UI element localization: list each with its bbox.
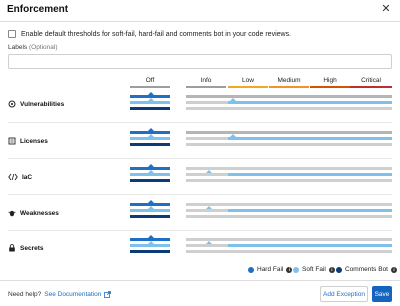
severity-comments-bot-lane[interactable]: [186, 250, 392, 253]
slider-handle[interactable]: [148, 98, 154, 101]
slider-handle[interactable]: [206, 206, 212, 209]
info-icon[interactable]: i: [391, 266, 397, 273]
severity-hard-fail-lane[interactable]: [186, 131, 392, 134]
slider-handle[interactable]: [148, 206, 154, 209]
legend-comments-bot: Comments Bot i: [336, 266, 397, 273]
severity-hard-fail-lane[interactable]: [186, 238, 392, 241]
slider-handle[interactable]: [148, 170, 154, 173]
slider-handle[interactable]: [206, 170, 212, 173]
comments-bot-dot: [336, 266, 342, 273]
save-button[interactable]: Save: [372, 286, 392, 302]
severity-soft-fail-info-lane[interactable]: [186, 244, 228, 247]
severity-comments-bot-lane[interactable]: [186, 143, 392, 146]
slider-handle[interactable]: [148, 235, 154, 238]
slider-handle[interactable]: [206, 241, 212, 244]
severity-soft-fail-lane[interactable]: [228, 101, 392, 104]
default-thresholds-row[interactable]: Enable default thresholds for soft-fail,…: [8, 28, 291, 40]
default-thresholds-label: Enable default thresholds for soft-fail,…: [21, 30, 292, 38]
slider-handle[interactable]: [148, 200, 154, 203]
lock-icon: [9, 244, 15, 252]
column-off: Off: [145, 77, 155, 84]
severity-soft-fail-lane[interactable]: [228, 137, 392, 140]
severity-comments-bot-lane[interactable]: [186, 107, 392, 110]
column-off-bar: [130, 86, 170, 88]
slider-handle[interactable]: [230, 134, 236, 137]
severity-comments-bot-lane[interactable]: [186, 215, 392, 218]
column-info-bar: [186, 86, 226, 88]
severity-hard-fail-lane[interactable]: [186, 95, 392, 98]
slider-handle[interactable]: [148, 241, 154, 244]
slider-handle[interactable]: [148, 128, 154, 131]
document-icon: [8, 137, 16, 145]
row-divider: [8, 122, 392, 123]
off-comments-bot-lane[interactable]: [130, 250, 170, 253]
column-medium: Medium: [277, 77, 301, 84]
legend-soft-fail: Soft Fail i: [293, 266, 335, 273]
severity-soft-fail-lane[interactable]: [228, 209, 392, 212]
severity-soft-fail-info-lane[interactable]: [186, 209, 228, 212]
soft-fail-dot: [293, 266, 299, 273]
row-divider: [8, 158, 392, 159]
severity-soft-fail-info-lane[interactable]: [186, 137, 228, 140]
default-thresholds-checkbox[interactable]: [8, 30, 16, 38]
info-icon[interactable]: i: [328, 266, 335, 273]
row-vulnerabilities: Vulnerabilities: [8, 100, 64, 108]
legend-hard-fail: Hard Fail i: [248, 266, 293, 273]
column-high: High: [323, 77, 337, 84]
row-secrets: Secrets: [8, 244, 44, 252]
code-icon: [8, 173, 18, 181]
off-comments-bot-lane[interactable]: [130, 143, 170, 146]
modal-title: Enforcement: [7, 4, 69, 15]
off-soft-fail-lane[interactable]: [130, 137, 170, 140]
off-comments-bot-lane[interactable]: [130, 179, 170, 182]
off-comments-bot-lane[interactable]: [130, 107, 170, 110]
row-weaknesses: Weaknesses: [8, 209, 59, 217]
gear-icon: [8, 100, 16, 108]
column-info: Info: [200, 77, 212, 84]
column-critical: Critical: [361, 77, 381, 84]
severity-soft-fail-lane[interactable]: [228, 244, 392, 247]
column-low: Low: [242, 77, 254, 84]
severity-hard-fail-lane[interactable]: [186, 203, 392, 206]
slider-handle[interactable]: [230, 98, 236, 101]
slider-handle[interactable]: [148, 134, 154, 137]
severity-soft-fail-info-lane[interactable]: [186, 101, 228, 104]
row-divider: [8, 230, 392, 231]
row-divider: [8, 194, 392, 195]
hard-fail-dot: [248, 266, 254, 273]
off-soft-fail-lane[interactable]: [130, 244, 170, 247]
off-soft-fail-lane[interactable]: [130, 101, 170, 104]
documentation-link[interactable]: See Documentation: [44, 291, 101, 298]
column-medium-bar: [269, 86, 309, 88]
severity-soft-fail-lane[interactable]: [228, 173, 392, 176]
external-link-icon[interactable]: [104, 291, 112, 298]
row-iac: IaC: [8, 173, 32, 181]
severity-hard-fail-lane[interactable]: [186, 167, 392, 170]
info-icon[interactable]: i: [286, 266, 293, 273]
off-soft-fail-lane[interactable]: [130, 209, 170, 212]
slider-handle[interactable]: [148, 164, 154, 167]
column-critical-bar: [350, 86, 392, 88]
column-high-bar: [310, 86, 350, 88]
labels-input[interactable]: [8, 54, 392, 69]
labels-field-label: Labels (Optional): [8, 44, 58, 51]
off-soft-fail-lane[interactable]: [130, 173, 170, 176]
help-section: Need help? See Documentation: [8, 291, 112, 298]
severity-comments-bot-lane[interactable]: [186, 179, 392, 182]
slider-handle[interactable]: [148, 92, 154, 95]
row-licenses: Licenses: [8, 137, 48, 145]
bug-icon: [8, 210, 16, 217]
severity-soft-fail-info-lane[interactable]: [186, 173, 228, 176]
close-icon[interactable]: ✕: [380, 3, 392, 15]
modal-header: Enforcement ✕: [0, 0, 400, 22]
off-comments-bot-lane[interactable]: [130, 215, 170, 218]
add-exception-button[interactable]: Add Exception: [320, 286, 368, 302]
column-low-bar: [228, 86, 268, 88]
